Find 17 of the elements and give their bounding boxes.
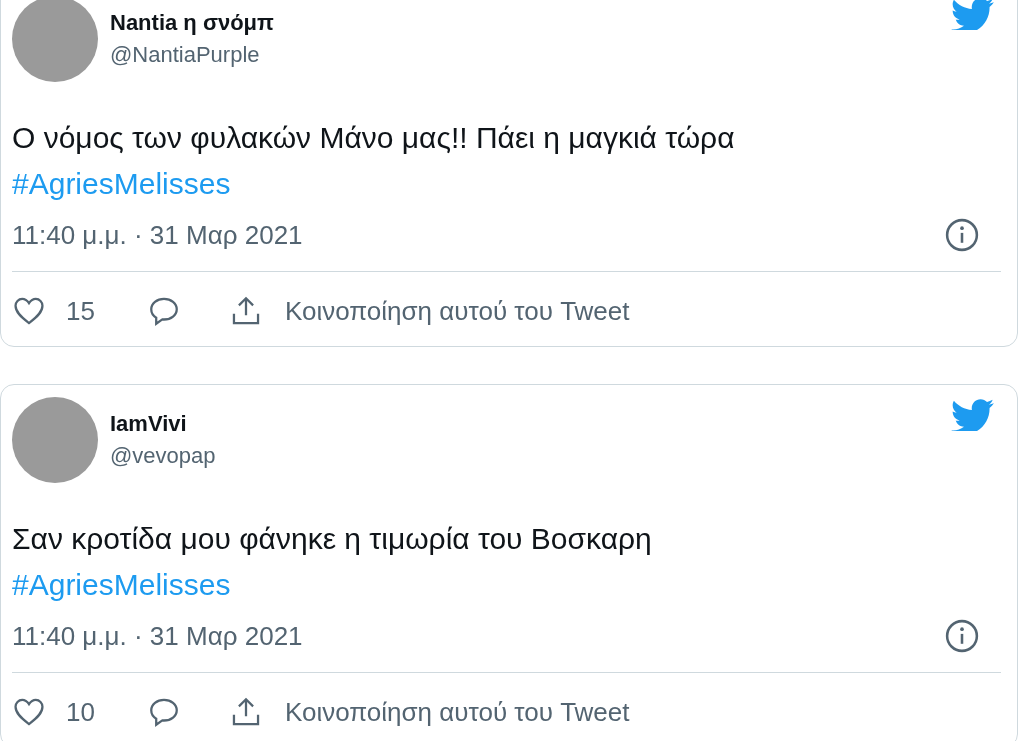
share-label: Κοινοποίηση αυτού του Tweet bbox=[284, 696, 630, 728]
tweet-text: Σαν κροτίδα μου φάνηκε η τιμωρία του Βοσκαρη bbox=[12, 521, 652, 557]
share-label: Κοινοποίηση αυτού του Tweet bbox=[284, 295, 630, 327]
timestamp-link[interactable]: 11:40 μ.μ. · 31 Μαρ 2021 bbox=[12, 616, 303, 656]
user-handle[interactable]: @NantiaPurple bbox=[110, 42, 939, 68]
user-handle[interactable]: @vevopap bbox=[110, 443, 939, 469]
like-count: 15 bbox=[66, 295, 95, 327]
bird-logo-icon[interactable] bbox=[951, 0, 995, 30]
tweet-text: Ο νόμος των φυλακών Μάνο μας!! Πάει η μαγκιά τώρα bbox=[12, 120, 735, 156]
like-count: 10 bbox=[66, 696, 95, 728]
share-button[interactable]: Κοινοποίηση αυτού του Tweet bbox=[228, 695, 630, 729]
share-button[interactable]: Κοινοποίηση αυτού του Tweet bbox=[228, 294, 630, 328]
display-name[interactable]: Nantia η σνόμπ bbox=[110, 10, 939, 36]
info-icon[interactable] bbox=[945, 619, 979, 653]
timestamp-link[interactable]: 11:40 μ.μ. · 31 Μαρ 2021 bbox=[12, 215, 303, 255]
display-name[interactable]: IamVivi bbox=[110, 411, 939, 437]
info-icon[interactable] bbox=[945, 218, 979, 252]
